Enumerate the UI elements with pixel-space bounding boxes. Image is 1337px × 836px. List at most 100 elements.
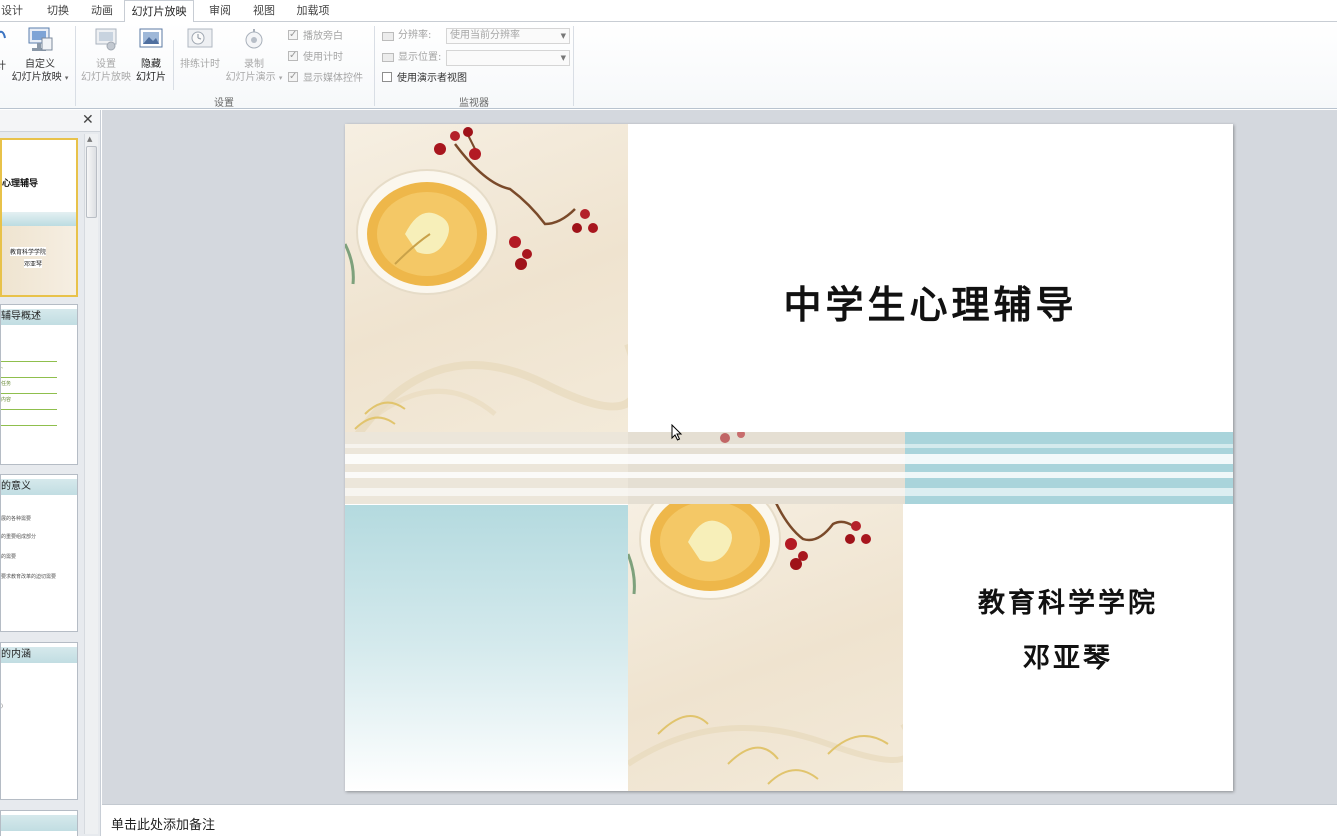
checkbox-box bbox=[382, 72, 392, 82]
setup-show-icon bbox=[95, 28, 117, 51]
slides-pane-scrollbar[interactable]: ▲ bbox=[84, 134, 98, 834]
custom-slide-show-button[interactable]: 自定义 幻灯片放映 ▾ bbox=[9, 26, 71, 85]
checkbox-box bbox=[288, 28, 298, 42]
thumb-title-bar bbox=[1, 815, 77, 831]
show-on-dropdown[interactable]: ▼ bbox=[446, 50, 570, 66]
chevron-down-icon: ▼ bbox=[560, 32, 566, 40]
monitor-icon bbox=[382, 53, 394, 62]
resolution-dropdown[interactable]: 使用当前分辨率 ▼ bbox=[446, 28, 570, 44]
record-label-2: 幻灯片演示 ▾ bbox=[225, 72, 283, 83]
thumb-rule bbox=[1, 393, 57, 394]
hide-slide-label-2: 幻灯片 bbox=[136, 72, 166, 83]
slide-thumbnail-5[interactable] bbox=[0, 810, 78, 836]
show-media-controls-checkbox[interactable]: 显示媒体控件 bbox=[288, 70, 363, 86]
play-narrations-checkbox[interactable]: 播放旁白 bbox=[288, 28, 343, 44]
use-timings-checkbox[interactable]: 使用计时 bbox=[288, 49, 343, 65]
tab-view[interactable]: 视图 bbox=[244, 0, 284, 22]
thumb-title: 的内涵 bbox=[1, 647, 77, 663]
thumb-title: 心理辅导 bbox=[2, 179, 39, 189]
record-slide-show-button[interactable]: 录制 幻灯片演示 ▾ bbox=[222, 26, 286, 85]
slide-title[interactable]: 中学生心理辅导 bbox=[628, 274, 1233, 329]
resolution-label: 分辨率: bbox=[398, 30, 432, 41]
slides-pane: ✕ ▲ 心理辅导 教育科学学院 邓亚琴 辅导概述 、 任务 内容 的意义 展的各… bbox=[0, 110, 101, 836]
blue-gradient-panel bbox=[345, 505, 628, 791]
slide-thumbnail-1[interactable]: 心理辅导 教育科学学院 邓亚琴 bbox=[0, 138, 78, 297]
tab-transitions[interactable]: 切换 bbox=[38, 0, 78, 22]
resolution-icon bbox=[382, 32, 394, 41]
hide-slide-label-1: 隐藏 bbox=[141, 59, 161, 70]
tab-design[interactable]: 设计 bbox=[0, 0, 24, 22]
thumb-title: 辅导概述 bbox=[1, 309, 77, 325]
group-separator bbox=[75, 26, 76, 106]
decorative-stripe-band bbox=[345, 430, 1233, 504]
scrollbar-thumb[interactable] bbox=[86, 146, 97, 218]
thumb-item: 展的各种需要 bbox=[1, 516, 32, 522]
thumb-rule bbox=[1, 377, 57, 378]
monitors-group-label: 监视器 bbox=[459, 98, 489, 109]
custom-show-icon bbox=[28, 27, 53, 51]
cutoff-label: 计 bbox=[0, 61, 6, 72]
close-icon[interactable]: ✕ bbox=[82, 112, 94, 128]
slide-thumbnail-3[interactable]: 的意义 展的各种需要 的重要组成部分 的需要 要求教育改革的迫切需要 bbox=[0, 474, 78, 632]
thumb-band bbox=[2, 212, 76, 226]
tea-cup-image-top bbox=[345, 124, 628, 432]
record-icon bbox=[245, 29, 263, 49]
thumb-title: 的意义 bbox=[1, 479, 77, 495]
thumb-item: 要求教育改革的迫切需要 bbox=[1, 574, 57, 580]
thumb-item: 的需要 bbox=[1, 554, 17, 560]
tea-cup-illustration bbox=[628, 504, 903, 785]
presenter-view-checkbox[interactable]: 使用演示者视图 bbox=[382, 72, 467, 86]
from-current-slide-button[interactable]: 计 bbox=[0, 26, 8, 72]
setup-slide-show-button[interactable]: 设置 幻灯片放映 bbox=[79, 26, 133, 84]
setup-show-label-1: 设置 bbox=[96, 59, 116, 70]
thumb-item: 任务 bbox=[1, 381, 12, 387]
checkbox-box bbox=[288, 70, 298, 84]
setup-group-label: 设置 bbox=[214, 98, 234, 109]
ribbon-tab-bar: 设计 切换 动画 幻灯片放映 审阅 视图 加载项 bbox=[0, 0, 1337, 23]
group-separator bbox=[173, 40, 174, 90]
notes-pane[interactable]: 单击此处添加备注 bbox=[102, 804, 1337, 836]
tab-add-ins[interactable]: 加载项 bbox=[290, 0, 336, 22]
presenter-view-label: 使用演示者视图 bbox=[397, 73, 467, 84]
custom-show-label-1: 自定义 bbox=[25, 59, 55, 70]
thumb-item: 内容 bbox=[1, 397, 12, 403]
thumb-item: 的重要组成部分 bbox=[1, 534, 37, 540]
thumb-rule bbox=[1, 361, 57, 362]
ribbon: 计 自定义 幻灯片放映 ▾ 设置 幻灯片放映 隐藏 幻灯片 排练计时 录制 幻灯… bbox=[0, 22, 1337, 109]
resolution-value: 使用当前分辨率 bbox=[450, 30, 520, 41]
thumb-rule bbox=[1, 409, 57, 410]
slides-pane-header: ✕ bbox=[0, 110, 100, 132]
thumb-item: 、 bbox=[1, 364, 7, 370]
group-separator bbox=[573, 26, 574, 106]
hide-slide-button[interactable]: 隐藏 幻灯片 bbox=[133, 26, 169, 84]
timer-icon bbox=[187, 28, 213, 48]
slide-thumbnail-4[interactable]: 的内涵 ） bbox=[0, 642, 78, 800]
stripe-band-graphic bbox=[345, 430, 1233, 504]
notes-placeholder[interactable]: 单击此处添加备注 bbox=[111, 814, 215, 833]
tea-cup-illustration bbox=[345, 127, 628, 432]
record-label-1: 录制 bbox=[244, 59, 264, 70]
use-timings-label: 使用计时 bbox=[303, 52, 343, 63]
thumb-subtitle-1: 教育科学学院 bbox=[10, 247, 47, 256]
rehearse-label: 排练计时 bbox=[180, 59, 220, 70]
slide-thumbnail-2[interactable]: 辅导概述 、 任务 内容 bbox=[0, 304, 78, 465]
tab-animations[interactable]: 动画 bbox=[82, 0, 122, 22]
thumb-item: ） bbox=[1, 704, 7, 710]
thumb-subtitle-2: 邓亚琴 bbox=[24, 259, 43, 268]
tab-slide-show[interactable]: 幻灯片放映 bbox=[124, 0, 194, 23]
setup-show-label-2: 幻灯片放映 bbox=[81, 72, 131, 83]
current-slide[interactable]: 中学生心理辅导 教育科学学院 邓亚琴 bbox=[345, 124, 1233, 791]
chevron-down-icon: ▼ bbox=[560, 54, 566, 62]
hide-slide-icon bbox=[139, 28, 163, 48]
tea-cup-image-bottom bbox=[628, 504, 903, 791]
group-separator bbox=[374, 26, 375, 106]
slide-subtitle-author[interactable]: 邓亚琴 bbox=[903, 636, 1233, 675]
show-media-controls-label: 显示媒体控件 bbox=[303, 73, 363, 84]
checkbox-box bbox=[288, 49, 298, 63]
slideshow-icon bbox=[0, 30, 6, 39]
rehearse-timings-button[interactable]: 排练计时 bbox=[176, 26, 224, 71]
tab-review[interactable]: 审阅 bbox=[200, 0, 240, 22]
slide-subtitle-school[interactable]: 教育科学学院 bbox=[903, 581, 1233, 620]
custom-show-label-2: 幻灯片放映 ▾ bbox=[11, 72, 69, 83]
scroll-up-icon[interactable]: ▲ bbox=[87, 135, 92, 143]
